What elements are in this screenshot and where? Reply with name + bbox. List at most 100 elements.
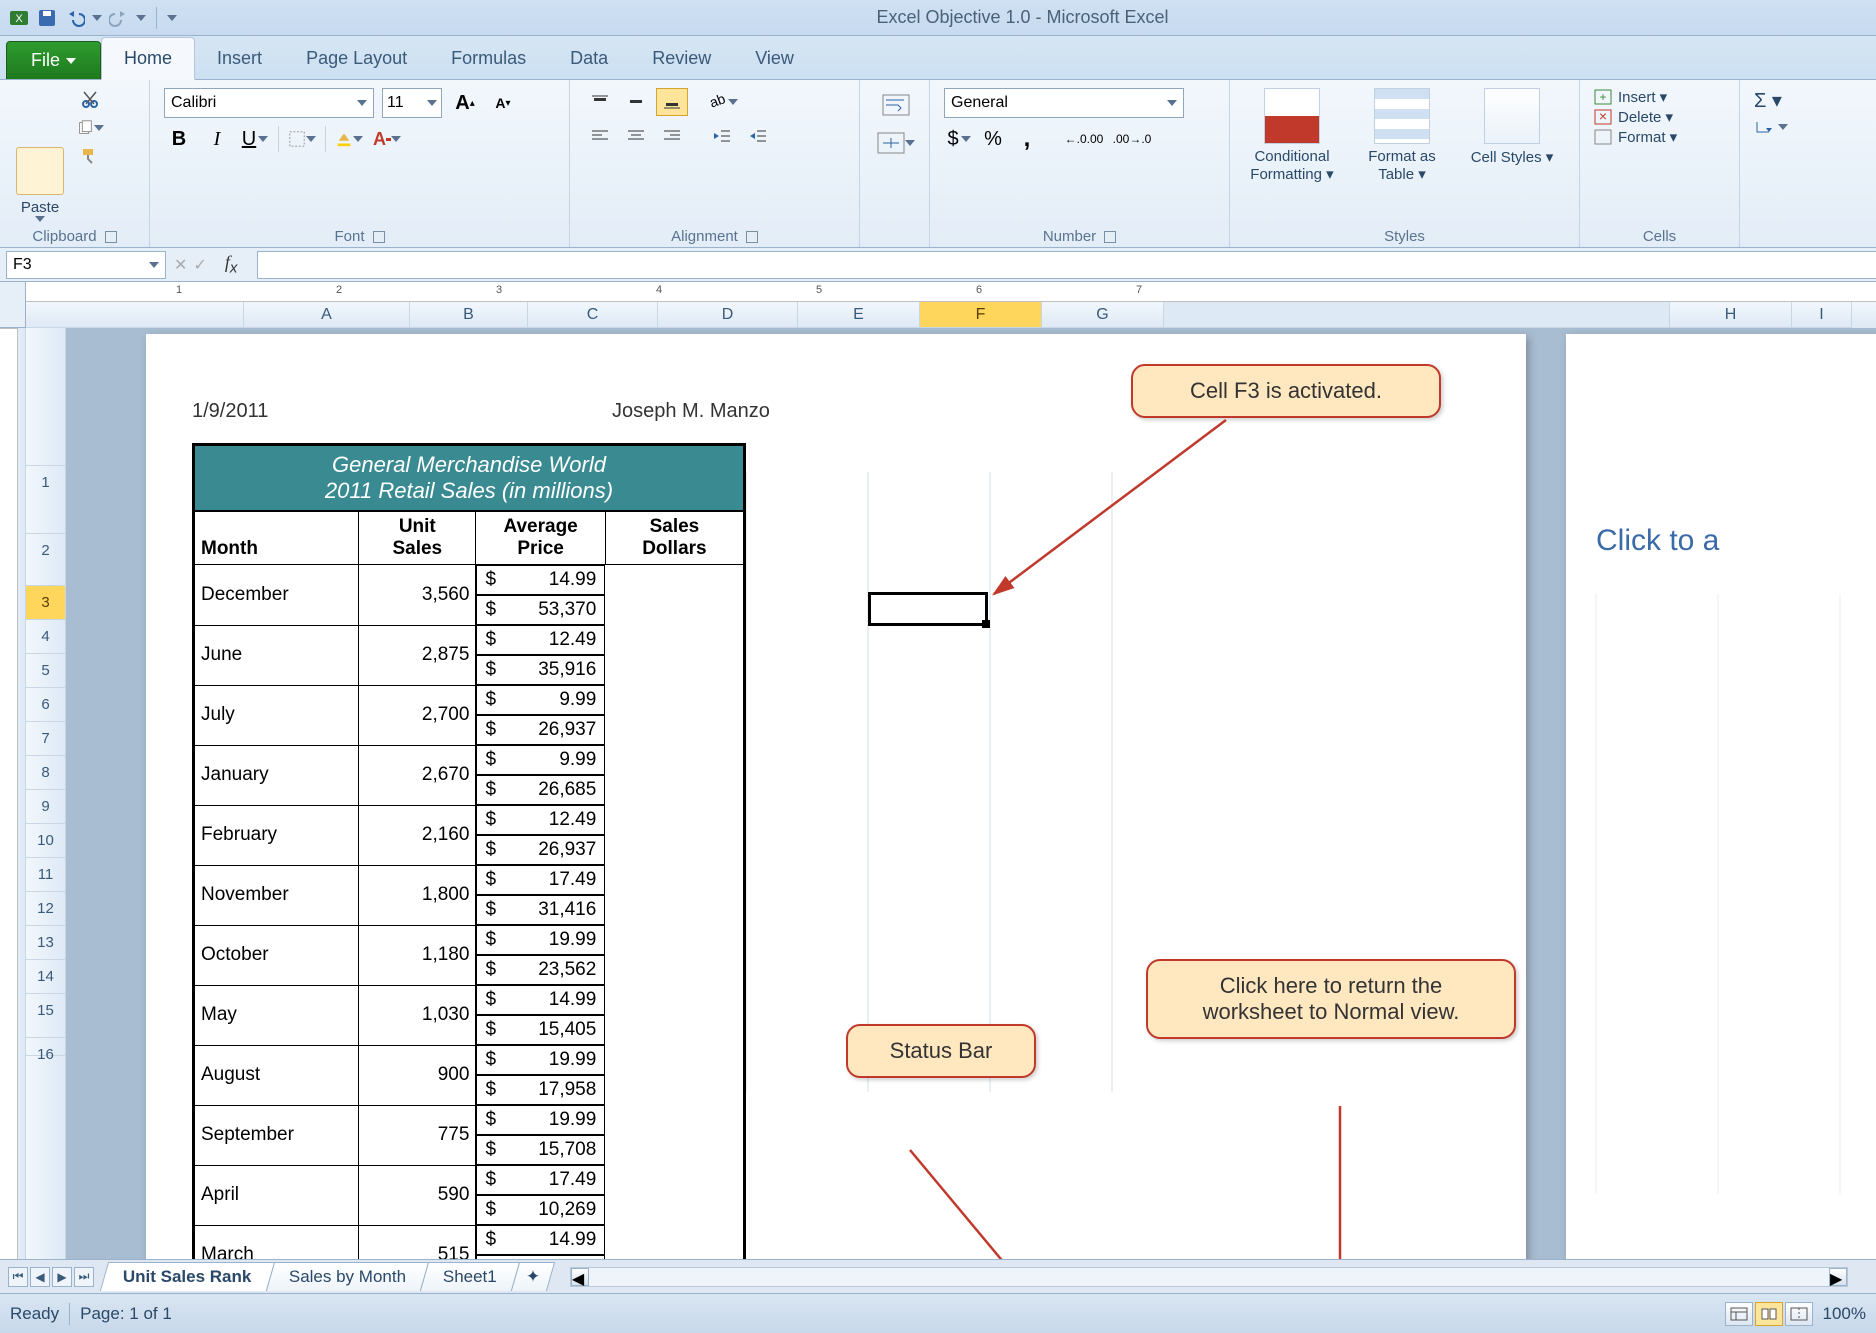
horizontal-scrollbar[interactable]: ◀ ▶ [570, 1267, 1848, 1287]
row-head-10[interactable]: 10 [26, 824, 65, 858]
increase-indent-button[interactable] [742, 122, 774, 150]
row-head-11[interactable]: 11 [26, 858, 65, 892]
sheet-tab-sales-by-month[interactable]: Sales by Month [265, 1262, 429, 1291]
redo-icon[interactable] [108, 7, 130, 29]
cell-units[interactable]: 1,030 [359, 985, 476, 1045]
orientation-button[interactable]: ab [706, 88, 738, 116]
font-name-combo[interactable]: Calibri [164, 88, 374, 118]
cell-styles-button[interactable]: Cell Styles ▾ [1462, 88, 1562, 166]
merge-center-button[interactable] [872, 128, 920, 158]
paste-menu-icon[interactable] [35, 216, 45, 222]
row-head-3[interactable]: 3 [26, 586, 65, 620]
select-all-corner[interactable] [0, 282, 26, 328]
col-head-h[interactable]: H [1670, 302, 1792, 328]
cell-dollars[interactable]: $53,370 [476, 595, 605, 625]
font-color-button[interactable]: A [372, 124, 402, 154]
enter-formula-icon[interactable]: ✓ [193, 255, 206, 275]
percent-format-button[interactable]: % [978, 124, 1008, 154]
format-cells-button[interactable]: Format ▾ [1594, 128, 1725, 146]
row-head-12[interactable]: 12 [26, 892, 65, 926]
align-left-button[interactable] [584, 122, 616, 150]
copy-menu-icon[interactable] [94, 125, 104, 131]
row-head-9[interactable]: 9 [26, 790, 65, 824]
cell-dollars[interactable]: $15,708 [476, 1135, 605, 1165]
align-center-button[interactable] [620, 122, 652, 150]
cell-dollars[interactable]: $10,269 [476, 1195, 605, 1225]
tab-review[interactable]: Review [630, 38, 733, 79]
borders-button[interactable] [287, 124, 317, 154]
table-row[interactable]: January2,670$9.99$26,685 [194, 745, 745, 805]
fill-button[interactable] [1754, 119, 1806, 135]
cell-units[interactable]: 2,700 [359, 685, 476, 745]
cell-price[interactable]: $19.99 [476, 1105, 605, 1135]
cell-price[interactable]: $14.99 [476, 1225, 605, 1255]
cancel-formula-icon[interactable]: ✕ [174, 255, 187, 275]
sheet-nav-next[interactable]: ▶ [52, 1267, 72, 1287]
col-head-g[interactable]: G [1042, 302, 1164, 328]
sheet-nav-first[interactable]: ⏮ [8, 1267, 28, 1287]
table-row[interactable]: April590$17.49$10,269 [194, 1165, 745, 1225]
fill-handle[interactable] [982, 620, 990, 628]
table-row[interactable]: July2,700$9.99$26,937 [194, 685, 745, 745]
align-right-button[interactable] [656, 122, 688, 150]
name-box[interactable]: F3 [6, 251, 166, 279]
cell-month[interactable]: February [194, 805, 359, 865]
bold-button[interactable]: B [164, 124, 194, 154]
tab-insert[interactable]: Insert [195, 38, 284, 79]
row-head-13[interactable]: 13 [26, 926, 65, 960]
cell-dollars[interactable]: $26,685 [476, 775, 605, 805]
formula-input[interactable] [257, 251, 1876, 279]
clipboard-launcher-icon[interactable] [105, 231, 117, 243]
cell-price[interactable]: $14.99 [476, 565, 605, 595]
cell-dollars[interactable]: $23,562 [476, 955, 605, 985]
row-head-16[interactable]: 16 [26, 1038, 65, 1056]
font-size-combo[interactable]: 11 [382, 88, 442, 118]
table-row[interactable]: December3,560$14.99$53,370 [194, 565, 745, 626]
table-row[interactable]: October1,180$19.99$23,562 [194, 925, 745, 985]
cell-units[interactable]: 590 [359, 1165, 476, 1225]
cell-units[interactable]: 900 [359, 1045, 476, 1105]
row-head-15[interactable]: 15 [26, 994, 65, 1038]
sheet-tab-sheet1[interactable]: Sheet1 [420, 1262, 520, 1291]
cell-dollars[interactable]: $15,405 [476, 1015, 605, 1045]
row-head-2[interactable]: 2 [26, 534, 65, 586]
format-painter-icon[interactable] [76, 144, 104, 168]
tab-view[interactable]: View [733, 38, 816, 79]
grow-font-button[interactable]: A▴ [450, 88, 480, 118]
page-layout-view-button[interactable] [1755, 1302, 1783, 1326]
accounting-format-button[interactable]: $ [944, 124, 974, 154]
cell-price[interactable]: $14.99 [476, 985, 605, 1015]
scroll-right-button[interactable]: ▶ [1829, 1268, 1847, 1286]
cell-units[interactable]: 1,800 [359, 865, 476, 925]
row-head-5[interactable]: 5 [26, 654, 65, 688]
header-placeholder[interactable]: Click to a [1596, 524, 1719, 558]
decrease-indent-button[interactable] [706, 122, 738, 150]
sales-table[interactable]: General Merchandise World2011 Retail Sal… [192, 443, 746, 1288]
cut-icon[interactable] [76, 88, 104, 112]
cell-month[interactable]: January [194, 745, 359, 805]
status-zoom[interactable]: 100% [1823, 1304, 1866, 1324]
cell-month[interactable]: September [194, 1105, 359, 1165]
file-tab[interactable]: File [6, 41, 101, 79]
cell-dollars[interactable]: $17,958 [476, 1075, 605, 1105]
align-middle-button[interactable] [620, 88, 652, 116]
autosum-button[interactable]: Σ ▾ [1754, 88, 1806, 113]
sheet-tab-unit-sales-rank[interactable]: Unit Sales Rank [100, 1262, 275, 1291]
cell-price[interactable]: $17.49 [476, 1165, 605, 1195]
cell-dollars[interactable]: $35,916 [476, 655, 605, 685]
table-row[interactable]: September775$19.99$15,708 [194, 1105, 745, 1165]
number-launcher-icon[interactable] [1104, 231, 1116, 243]
row-head-4[interactable]: 4 [26, 620, 65, 654]
align-top-button[interactable] [584, 88, 616, 116]
tab-home[interactable]: Home [101, 37, 195, 80]
cell-price[interactable]: $12.49 [476, 805, 605, 835]
italic-button[interactable]: I [202, 124, 232, 154]
decrease-decimal-button[interactable]: .00→.0 [1110, 124, 1154, 154]
number-format-combo[interactable]: General [944, 88, 1184, 118]
col-head-c[interactable]: C [528, 302, 658, 328]
cell-month[interactable]: May [194, 985, 359, 1045]
cell-price[interactable]: $17.49 [476, 865, 605, 895]
normal-view-button[interactable] [1725, 1302, 1753, 1326]
table-row[interactable]: August900$19.99$17,958 [194, 1045, 745, 1105]
row-head-14[interactable]: 14 [26, 960, 65, 994]
